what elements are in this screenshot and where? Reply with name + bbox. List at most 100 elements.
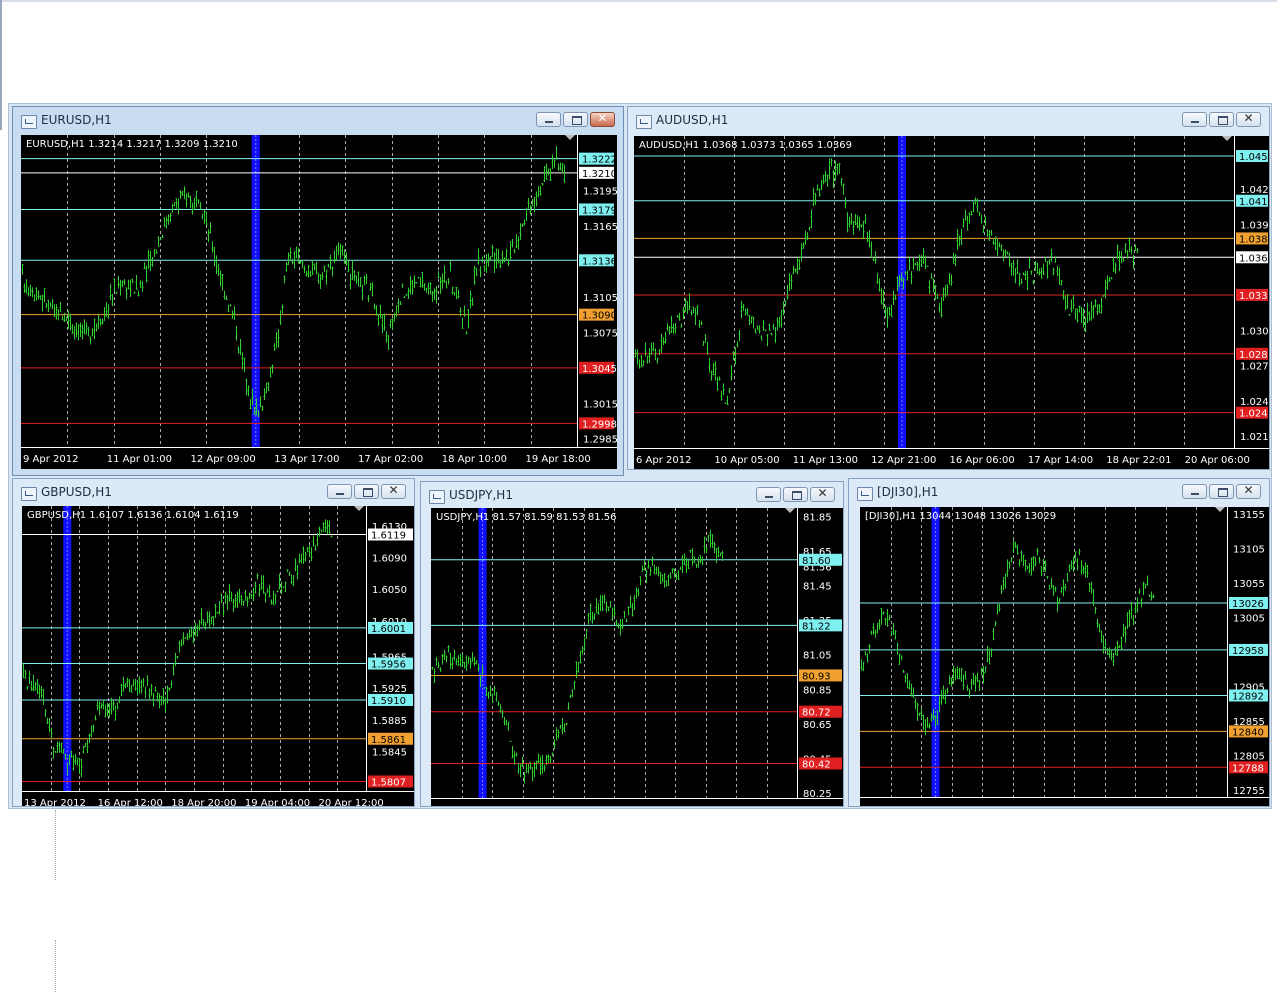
y-tick-label: 1.3195 [583, 187, 617, 198]
x-tick-label: 18 Apr 20:00 [171, 798, 236, 807]
level-label: 1.3179 [582, 205, 617, 216]
level-label: 1.3222 [582, 155, 617, 166]
y-tick-label: 1.030 [1240, 326, 1269, 337]
x-tick-label: 13 Apr 17:00 [274, 454, 339, 465]
level-label: 1.3090 [582, 311, 617, 322]
close-icon: ✕ [817, 486, 828, 500]
minimize-button[interactable] [1182, 484, 1207, 499]
minimize-icon [765, 496, 773, 498]
window-titlebar[interactable]: AUDUSD,H1 ✕ [628, 107, 1269, 135]
window-titlebar[interactable]: USDJPY,H1 ✕ [421, 482, 843, 510]
maximize-icon [1218, 488, 1228, 497]
y-tick-label: 81.45 [803, 582, 832, 593]
chart-background [634, 136, 1269, 469]
x-tick-label: 10 Apr 05:00 [714, 455, 779, 466]
symbol-info-line: EURUSD,H1 1.3214 1.3217 1.3209 1.3210 [26, 139, 238, 150]
x-tick-label: 6 Apr 2012 [636, 455, 691, 466]
window-titlebar[interactable]: GBPUSD,H1 ✕ [13, 479, 414, 507]
y-tick-label: 1.024 [1240, 397, 1269, 408]
y-tick-label: 13055 [1233, 579, 1265, 590]
y-tick-label: 1.2985 [583, 435, 617, 446]
chart-window-audusd[interactable]: AUDUSD,H1 ✕ 1.042 1.039 1.030 1.027 1.024 1.0… [627, 106, 1270, 470]
close-button[interactable]: ✕ [1236, 111, 1261, 127]
price-chart-audusd[interactable]: 1.042 1.039 1.030 1.027 1.024 1.021 1.045 1.041… [634, 136, 1270, 470]
minimize-icon [1191, 121, 1199, 123]
price-chart-dji30[interactable]: 1315513105130551300512955129051285512805… [860, 507, 1270, 807]
level-label: 80.72 [802, 708, 831, 719]
level-label: 1.045 [1239, 152, 1268, 163]
minimize-button[interactable] [756, 487, 781, 502]
x-tick-label: 18 Apr 22:01 [1106, 455, 1171, 466]
dotted-guide [55, 810, 57, 880]
y-tick-label: 12805 [1233, 752, 1265, 763]
x-tick-label: 20 Apr 12:00 [319, 798, 384, 807]
close-button[interactable]: ✕ [381, 483, 406, 499]
level-label: 1.041 [1239, 197, 1268, 208]
maximize-button[interactable] [783, 487, 808, 502]
symbol-info-line: USDJPY,H1 81.57 81.59 81.53 81.56 [436, 512, 617, 523]
minimize-button[interactable] [327, 484, 352, 499]
x-tick-label: 9 Apr 2012 [23, 454, 78, 465]
x-tick-label: 11 Apr 13:00 [793, 455, 858, 466]
chart-window-icon [857, 487, 873, 501]
maximize-button[interactable] [563, 112, 588, 127]
chart-window-icon [636, 115, 652, 129]
level-label: 1.6119 [371, 531, 406, 542]
level-label: 80.93 [802, 671, 831, 682]
y-tick-label: 1.5925 [372, 684, 407, 695]
chart-window-icon [21, 115, 37, 129]
x-tick-label: 18 Apr 10:00 [442, 454, 507, 465]
x-tick-label: 17 Apr 12:00 [590, 805, 655, 807]
dotted-guide [55, 940, 57, 992]
level-label: 1.024 [1239, 409, 1268, 420]
close-icon: ✕ [597, 111, 608, 125]
maximize-button[interactable] [1209, 484, 1234, 499]
minimize-button[interactable] [1182, 112, 1207, 127]
chart-window-eurusd[interactable]: EURUSD,H1 ✕ 1.3195 1.3165 1.3105 1.3075 1.30… [12, 106, 624, 476]
y-tick-label: 80.25 [803, 789, 832, 800]
x-tick-label: 13 Apr 2012 [433, 805, 495, 807]
y-tick-label: 1.3105 [583, 293, 617, 304]
close-icon: ✕ [388, 483, 399, 497]
level-label: 1.028 [1239, 350, 1268, 361]
close-button[interactable]: ✕ [590, 111, 615, 127]
price-chart-gbpusd[interactable]: 1.61301.60901.60501.60101.59651.59251.58… [22, 506, 415, 807]
y-tick-label: 1.039 [1240, 220, 1269, 231]
minimize-button[interactable] [536, 112, 561, 127]
y-tick-label: 80.65 [803, 720, 832, 731]
level-label: 1.3045 [582, 364, 617, 375]
close-button[interactable]: ✕ [1236, 483, 1261, 499]
x-tick-label: 16 Apr 12:00 [98, 798, 163, 807]
level-label: 1.033 [1239, 291, 1268, 302]
maximize-button[interactable] [1209, 112, 1234, 127]
left-edge [0, 0, 2, 130]
chart-window-usdjpy[interactable]: USDJPY,H1 ✕ 81.8581.6581.5681.4581.2581.… [420, 481, 844, 807]
maximize-button[interactable] [354, 484, 379, 499]
chart-window-dji30[interactable]: [DJI30],H1 ✕ 131551310513055130051295512… [848, 478, 1270, 807]
y-tick-label: 1.6090 [372, 553, 407, 564]
x-tick-label: 17 Apr 02:00 [358, 454, 423, 465]
close-button[interactable]: ✕ [810, 486, 835, 502]
y-tick-label: 1.6050 [372, 585, 407, 596]
level-label: 1.6001 [371, 624, 406, 635]
y-tick-label: 80.85 [803, 685, 832, 696]
level-label: 1.3136 [582, 256, 617, 267]
level-label: 1.5861 [371, 735, 406, 746]
y-tick-label: 1.021 [1240, 432, 1269, 443]
y-tick-label: 1.3165 [583, 222, 617, 233]
window-titlebar[interactable]: EURUSD,H1 ✕ [13, 107, 623, 135]
price-chart-usdjpy[interactable]: 81.8581.6581.5681.4581.2581.0580.8580.65… [431, 508, 844, 807]
chart-background [21, 135, 617, 469]
maximize-icon [792, 491, 802, 500]
maximize-icon [572, 116, 582, 125]
window-title: GBPUSD,H1 [41, 485, 112, 499]
y-tick-label: 1.042 [1240, 185, 1269, 196]
y-tick-label: 1.5885 [372, 716, 407, 727]
y-tick-label: 81.05 [803, 651, 832, 662]
window-titlebar[interactable]: [DJI30],H1 ✕ [849, 479, 1269, 507]
level-label: 80.42 [802, 759, 831, 770]
chart-window-gbpusd[interactable]: GBPUSD,H1 ✕ 1.61301.60901.60501.60101.59… [12, 478, 415, 807]
price-chart-eurusd[interactable]: 1.3195 1.3165 1.3105 1.3075 1.3015 1.2985 1.32… [21, 135, 617, 469]
y-tick-label: 1.027 [1240, 362, 1269, 373]
maximize-icon [363, 488, 373, 497]
